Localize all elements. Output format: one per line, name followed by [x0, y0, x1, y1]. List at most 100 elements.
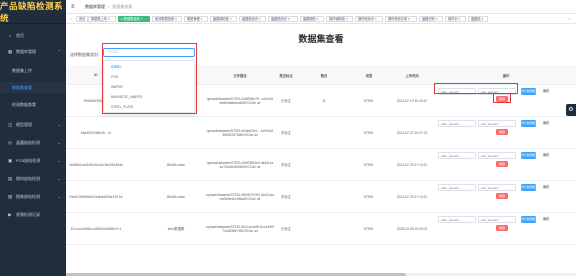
cell-count: [298, 213, 350, 245]
sidebar-item-label: 模型管理: [16, 121, 32, 127]
tag-steel-recog[interactable]: 钢材检测识 ×: [355, 16, 383, 22]
tag-wafer-result[interactable]: 晶圆结 ×: [468, 16, 488, 22]
tag-wafer-defect[interactable]: 晶圆缺陷 ×: [300, 16, 324, 22]
app-logo: 产品缺陷检测系统: [0, 0, 66, 24]
hamburger-icon[interactable]: ≡: [71, 4, 79, 10]
tag-wafer-id[interactable]: 晶圆识别 ×: [419, 16, 443, 22]
tag-steel-detect[interactable]: 钢材缺陷检 ×: [326, 16, 353, 22]
table-row: 87c1cc4a9b5cc43d9f44d258e7b 4 steel数据集 u…: [66, 213, 576, 245]
breadcrumb-parent[interactable]: 数据库管理: [85, 4, 105, 9]
delete-button[interactable]: 删除: [496, 129, 508, 135]
cell-id: 0b8f360cea3453d1a4a7d0c5b3494b: [69, 162, 123, 167]
sidebar-item-video[interactable]: ▶ 视频检测记录: [0, 209, 66, 220]
steel-icon: ▤: [7, 175, 13, 181]
edit-button[interactable]: 编辑: [540, 120, 552, 127]
tag-wafer-recog[interactable]: 晶圆检测识 ×: [239, 16, 266, 22]
table-row: 09e647bf5b64b51bab6d954e149 b4 BNWA-main…: [66, 181, 576, 213]
delete-button[interactable]: 删除: [496, 193, 508, 199]
delete-button[interactable]: 删除: [496, 225, 508, 231]
settings-gear-icon[interactable]: ⚙: [566, 104, 576, 116]
app-root: 产品缺陷检测系统 ⌂ 首页 ▦ 数据库管理 ⌃ 数据集上传 数据集查看 检测数据…: [0, 0, 576, 276]
home-icon: ⌂: [8, 33, 12, 38]
chevron-down-icon: ⌄: [57, 194, 61, 199]
column-header-labeled: 是否标注: [279, 73, 293, 78]
sidebar-item-steel[interactable]: ▤ 钢材缺陷检测 ⌄: [0, 173, 66, 184]
train-percent-input[interactable]: [438, 120, 476, 127]
table-row: 0b8f360cea3453d1a4a7d0c5b3494b BNWA-main…: [66, 149, 576, 181]
cell-time: 2025-03-08 16:03:03: [396, 226, 428, 231]
wafer-icon: ◎: [8, 139, 12, 145]
sidebar-item-detection-data[interactable]: 检测数据查看: [0, 99, 66, 110]
tag-home[interactable]: 首页: [76, 16, 89, 22]
cell-id: 87c1cc4a9b5cc43d9f44d258e7b 4: [70, 226, 122, 231]
split-dataset-button[interactable]: 划分数据集: [521, 88, 536, 95]
test-percent-input[interactable]: [478, 152, 516, 159]
breadcrumb-current: 数据集查看: [112, 3, 133, 9]
video-icon: ▶: [8, 211, 12, 217]
tag-dataset-view[interactable]: ● 数据集查看 ×: [118, 16, 150, 22]
image-icon: ▨: [7, 193, 13, 199]
edit-button[interactable]: 编辑: [540, 88, 552, 95]
column-header-actions: 操作: [502, 73, 510, 78]
sidebar-item-home[interactable]: ⌂ 首页: [0, 30, 66, 41]
tag-wafer-detect[interactable]: 晶圆缺陷检 ×: [210, 16, 237, 22]
cell-type: STEEL: [363, 98, 375, 103]
highlight-box-delete: [493, 93, 511, 103]
sidebar-item-wafer[interactable]: ◎ 晶圆缺陷检测 ⌄: [0, 137, 66, 148]
breadcrumb-separator: /: [108, 3, 110, 9]
cell-labeled: 未标注: [281, 194, 291, 199]
cell-type: STEEL: [363, 130, 375, 135]
sidebar-item-label: PCB缺陷检测: [16, 157, 41, 163]
chevron-left-icon[interactable]: ‹: [68, 16, 74, 22]
column-header-path: 文件路径: [233, 73, 247, 78]
chevron-down-icon: ⌄: [57, 122, 61, 127]
tag-steel-id[interactable]: 钢材识 ×: [445, 16, 466, 22]
test-percent-input[interactable]: [478, 216, 516, 223]
sidebar-item-dataset-upload[interactable]: 数据集上传: [0, 65, 66, 76]
highlight-box-select: [102, 43, 197, 114]
tag-detection-data[interactable]: 检测数据查看 ×: [152, 16, 182, 22]
cell-count: [298, 181, 350, 213]
split-dataset-button[interactable]: 划分数据集: [521, 152, 536, 159]
sidebar-item-image[interactable]: ▨ 图像缺陷检测 ⌄: [0, 191, 66, 202]
test-percent-input[interactable]: [478, 184, 516, 191]
cell-name: steel数据集: [167, 226, 185, 231]
cell-count: [298, 149, 350, 181]
sidebar: 产品缺陷检测系统 ⌂ 首页 ▦ 数据库管理 ⌃ 数据集上传 数据集查看 检测数据…: [0, 0, 66, 276]
cell-time: 2024-07-25 17:10:31: [396, 194, 428, 199]
cell-name: BNWA-main: [166, 194, 185, 199]
sidebar-item-dataset-view[interactable]: 数据集查看: [0, 82, 66, 93]
cell-path: upload/datasets/STEEL/87c1cc4a9b 5cc43d9…: [206, 224, 274, 233]
cell-count: [298, 117, 350, 149]
table-row: 664d5f47b5fe49...7d upload/datasets/STEE…: [66, 117, 576, 149]
test-percent-input[interactable]: [478, 120, 516, 127]
edit-button[interactable]: 编辑: [540, 152, 552, 159]
split-dataset-button[interactable]: 划分数据集: [521, 120, 536, 127]
train-percent-input[interactable]: [438, 152, 476, 159]
edit-button[interactable]: 编辑: [540, 184, 552, 191]
cell-time: 2024-07-19 10:40:47: [396, 98, 428, 103]
train-percent-input[interactable]: [438, 184, 476, 191]
column-header-type: 类型: [365, 73, 373, 78]
cell-name: [146, 117, 206, 149]
split-dataset-button[interactable]: 划分数据集: [521, 216, 536, 223]
sidebar-item-label: 数据集上传: [12, 67, 32, 73]
sidebar-item-model[interactable]: ◫ 模型管理 ⌄: [0, 119, 66, 130]
delete-button[interactable]: 删除: [496, 161, 508, 167]
tag-model[interactable]: 模型管理 ×: [184, 16, 208, 22]
sidebar-item-pcb[interactable]: ▣ PCB缺陷检测 ⌄: [0, 155, 66, 166]
sidebar-item-database[interactable]: ▦ 数据库管理 ⌃: [0, 46, 66, 57]
tag-dataset-upload[interactable]: 数据集上传 ×: [88, 16, 116, 22]
tag-steel-record[interactable]: 钢材检测记录 ×: [385, 16, 417, 22]
cell-time: 2024-07-22 10:37:23: [396, 130, 428, 135]
split-dataset-button[interactable]: 划分数据集: [521, 184, 536, 191]
chevron-right-icon[interactable]: ›: [566, 16, 572, 22]
sidebar-item-label: 检测数据查看: [12, 101, 36, 107]
tag-wafer-record[interactable]: 晶圆检测记 ×: [268, 16, 298, 22]
cell-time: 2024-07-25 17:10:31: [396, 162, 428, 167]
train-percent-input[interactable]: [438, 216, 476, 223]
edit-button[interactable]: 编辑: [540, 216, 552, 223]
cell-id: 664d5f47b5fe49...7d: [80, 130, 112, 135]
breadcrumb: 数据库管理 / 数据集查看: [85, 4, 132, 10]
chevron-up-icon: ⌃: [57, 49, 61, 54]
